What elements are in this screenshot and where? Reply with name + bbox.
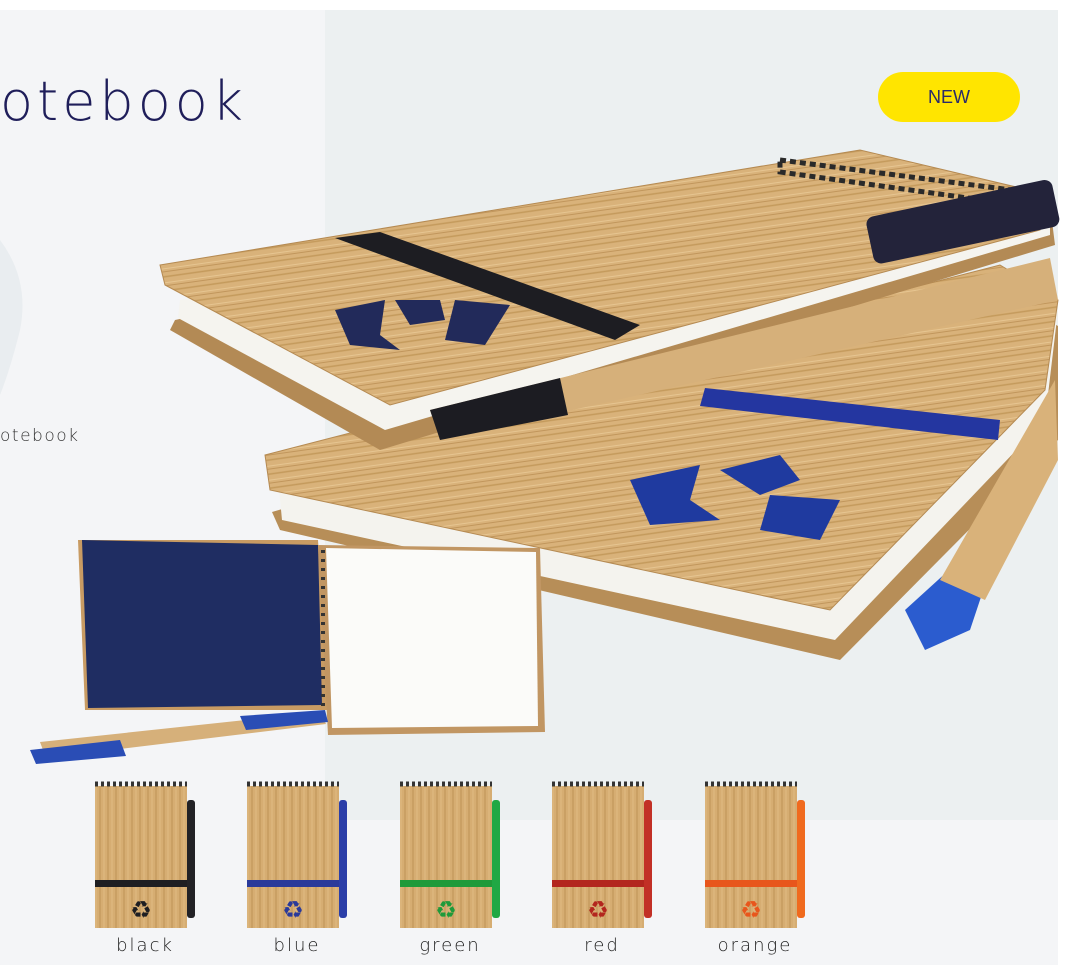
notebook-small-open bbox=[30, 540, 545, 764]
notebook-swatch-icon: ♻ bbox=[552, 781, 652, 928]
color-label: green bbox=[419, 935, 481, 956]
recycle-icon: ♻ bbox=[740, 897, 762, 924]
catalog-page: otebook otebook NEW ♻ black ♻ blue ♻ gre… bbox=[0, 0, 1071, 965]
page-subtitle: otebook bbox=[0, 426, 80, 446]
notebook-swatch-icon: ♻ bbox=[247, 781, 347, 928]
color-swatch-orange[interactable]: ♻ orange bbox=[700, 778, 810, 956]
recycle-icon: ♻ bbox=[130, 897, 152, 924]
color-label: blue bbox=[273, 935, 321, 956]
notebook-swatch-icon: ♻ bbox=[400, 781, 500, 928]
color-label: orange bbox=[717, 935, 793, 956]
color-label: red bbox=[584, 935, 620, 956]
new-badge: NEW bbox=[878, 72, 1020, 122]
page-title: otebook bbox=[0, 70, 248, 133]
color-swatch-green[interactable]: ♻ green bbox=[395, 778, 505, 956]
new-badge-label: NEW bbox=[928, 86, 970, 107]
color-swatch-black[interactable]: ♻ black bbox=[90, 778, 200, 956]
recycle-icon: ♻ bbox=[435, 897, 457, 924]
color-label: black bbox=[116, 935, 174, 956]
notebook-swatch-icon: ♻ bbox=[95, 781, 195, 928]
recycle-icon: ♻ bbox=[587, 897, 609, 924]
color-swatch-red[interactable]: ♻ red bbox=[547, 778, 657, 956]
recycle-icon: ♻ bbox=[282, 897, 304, 924]
notebook-swatch-icon: ♻ bbox=[705, 781, 805, 928]
color-swatch-blue[interactable]: ♻ blue bbox=[242, 778, 352, 956]
